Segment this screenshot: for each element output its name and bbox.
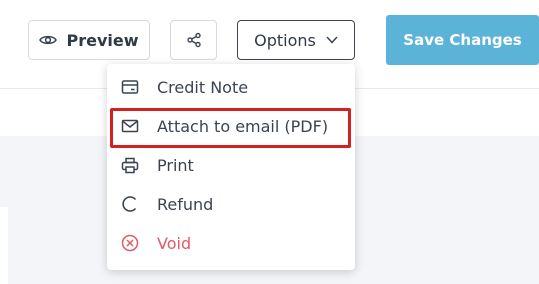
menu-item-print[interactable]: Print [107, 147, 355, 183]
void-icon [121, 234, 139, 252]
refund-icon [121, 195, 139, 213]
options-button-label: Options [254, 30, 316, 50]
credit-note-icon [121, 78, 139, 96]
page: Preview Options Save Changes Credit Note… [0, 0, 539, 284]
save-changes-label: Save Changes [403, 31, 522, 49]
menu-item-attach-email-pdf[interactable]: Attach to email (PDF) [107, 108, 355, 144]
menu-item-label: Credit Note [157, 77, 249, 97]
menu-item-label: Refund [157, 194, 214, 214]
share-icon [186, 32, 202, 48]
preview-button-label: Preview [66, 30, 139, 50]
menu-item-void[interactable]: Void [107, 225, 355, 261]
preview-button[interactable]: Preview [28, 20, 150, 60]
menu-item-label: Void [157, 233, 192, 253]
chevron-down-icon [326, 36, 338, 44]
content-card [0, 207, 8, 284]
share-button[interactable] [170, 20, 217, 60]
mail-icon [121, 117, 139, 135]
options-dropdown-menu: Credit Note Attach to email (PDF) Print [107, 64, 355, 270]
eye-icon [39, 33, 58, 47]
menu-item-credit-note[interactable]: Credit Note [107, 69, 355, 105]
save-changes-button[interactable]: Save Changes [386, 15, 539, 65]
menu-item-label: Print [157, 155, 194, 175]
printer-icon [121, 156, 139, 174]
menu-item-refund[interactable]: Refund [107, 186, 355, 222]
options-button[interactable]: Options [237, 20, 355, 60]
menu-item-label: Attach to email (PDF) [157, 116, 329, 136]
